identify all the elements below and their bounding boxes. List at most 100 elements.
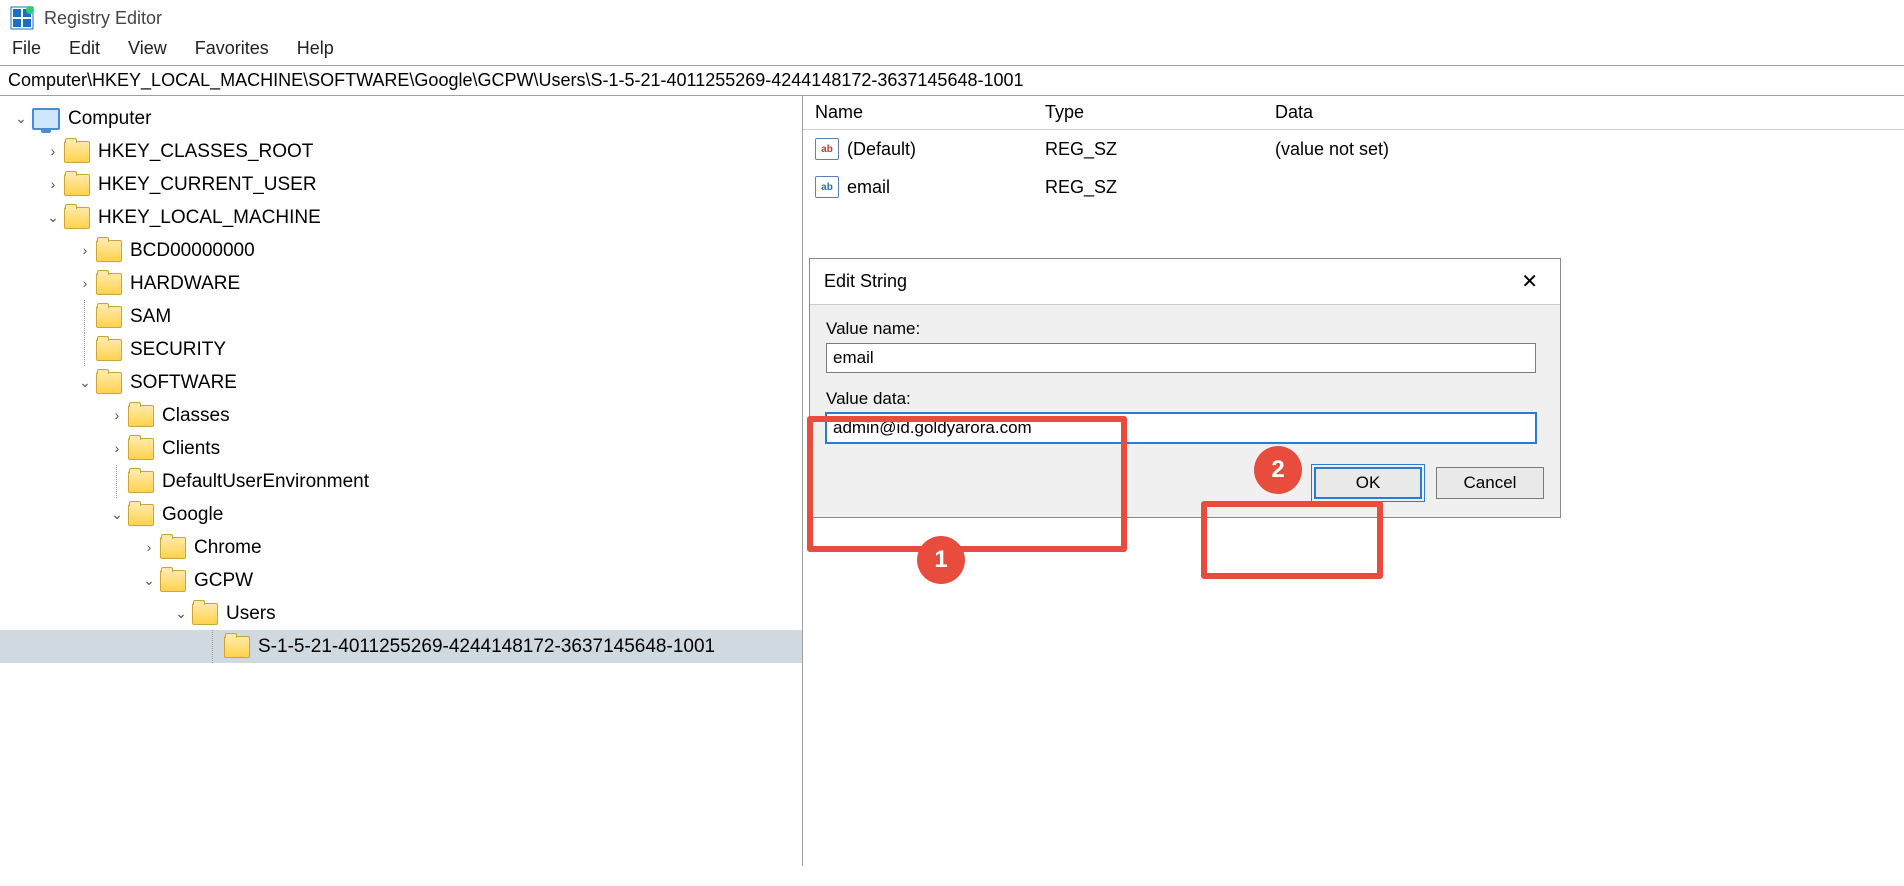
tree-label: DefaultUserEnvironment bbox=[162, 465, 369, 498]
tree-label: HKEY_CLASSES_ROOT bbox=[98, 135, 313, 168]
tree-line bbox=[202, 630, 224, 663]
annotation-badge-1: 1 bbox=[917, 536, 965, 584]
tree-line bbox=[74, 300, 96, 333]
tree-line bbox=[106, 465, 128, 498]
chevron-down-icon[interactable]: ⌄ bbox=[106, 498, 128, 531]
chevron-right-icon[interactable]: › bbox=[138, 531, 160, 564]
folder-icon bbox=[192, 603, 218, 625]
dialog-body: Value name: Value data: OK Cancel bbox=[810, 305, 1560, 517]
dialog-title: Edit String bbox=[824, 271, 907, 292]
folder-icon bbox=[160, 570, 186, 592]
value-list-pane: Name Type Data ab (Default) REG_SZ (valu… bbox=[803, 96, 1904, 866]
folder-icon bbox=[96, 306, 122, 328]
value-name-input[interactable] bbox=[826, 343, 1536, 373]
tree-label: HARDWARE bbox=[130, 267, 240, 300]
address-bar[interactable]: Computer\HKEY_LOCAL_MACHINE\SOFTWARE\Goo… bbox=[0, 65, 1904, 96]
folder-icon bbox=[96, 273, 122, 295]
tree-label: HKEY_CURRENT_USER bbox=[98, 168, 317, 201]
col-type[interactable]: Type bbox=[1045, 102, 1275, 123]
tree-node-classes[interactable]: › Classes bbox=[0, 399, 802, 432]
value-name: (Default) bbox=[847, 139, 916, 160]
tree-node-users[interactable]: ⌄ Users bbox=[0, 597, 802, 630]
tree-label: Google bbox=[162, 498, 223, 531]
computer-icon bbox=[32, 108, 60, 130]
tree-node-security[interactable]: SECURITY bbox=[0, 333, 802, 366]
tree-node-gcpw[interactable]: ⌄ GCPW bbox=[0, 564, 802, 597]
folder-icon bbox=[128, 438, 154, 460]
folder-icon bbox=[96, 339, 122, 361]
tree-node-computer[interactable]: ⌄ Computer bbox=[0, 102, 802, 135]
tree-line bbox=[74, 333, 96, 366]
folder-icon bbox=[64, 141, 90, 163]
folder-icon bbox=[64, 207, 90, 229]
title-bar: Registry Editor bbox=[0, 0, 1904, 34]
chevron-right-icon[interactable]: › bbox=[74, 267, 96, 300]
app-title: Registry Editor bbox=[44, 8, 162, 29]
tree-node-bcd[interactable]: › BCD00000000 bbox=[0, 234, 802, 267]
regsz-icon: ab bbox=[815, 138, 839, 160]
folder-icon bbox=[160, 537, 186, 559]
tree-label: SAM bbox=[130, 300, 171, 333]
menu-help[interactable]: Help bbox=[297, 38, 334, 59]
dialog-buttons: OK Cancel bbox=[826, 467, 1544, 499]
tree-node-hkcu[interactable]: › HKEY_CURRENT_USER bbox=[0, 168, 802, 201]
tree-node-google[interactable]: ⌄ Google bbox=[0, 498, 802, 531]
tree-node-hklm[interactable]: ⌄ HKEY_LOCAL_MACHINE bbox=[0, 201, 802, 234]
menu-edit[interactable]: Edit bbox=[69, 38, 100, 59]
edit-string-dialog: Edit String ✕ Value name: Value data: OK… bbox=[809, 258, 1561, 518]
col-data[interactable]: Data bbox=[1275, 102, 1904, 123]
tree-node-due[interactable]: DefaultUserEnvironment bbox=[0, 465, 802, 498]
tree-node-sam[interactable]: SAM bbox=[0, 300, 802, 333]
menu-file[interactable]: File bbox=[12, 38, 41, 59]
ok-button[interactable]: OK bbox=[1314, 467, 1422, 499]
chevron-right-icon[interactable]: › bbox=[106, 432, 128, 465]
col-name[interactable]: Name bbox=[815, 102, 1045, 123]
tree-label: S-1-5-21-4011255269-4244148172-363714564… bbox=[258, 630, 715, 663]
folder-icon bbox=[224, 636, 250, 658]
folder-icon bbox=[128, 471, 154, 493]
tree-label: Clients bbox=[162, 432, 220, 465]
tree-label: GCPW bbox=[194, 564, 253, 597]
chevron-right-icon[interactable]: › bbox=[42, 135, 64, 168]
chevron-right-icon[interactable]: › bbox=[42, 168, 64, 201]
value-data-label: Value data: bbox=[826, 389, 1544, 409]
tree-node-hardware[interactable]: › HARDWARE bbox=[0, 267, 802, 300]
tree-node-clients[interactable]: › Clients bbox=[0, 432, 802, 465]
chevron-down-icon[interactable]: ⌄ bbox=[138, 564, 160, 597]
registry-editor-window: Registry Editor File Edit View Favorites… bbox=[0, 0, 1904, 886]
folder-icon bbox=[96, 372, 122, 394]
folder-icon bbox=[64, 174, 90, 196]
chevron-down-icon[interactable]: ⌄ bbox=[170, 597, 192, 630]
column-headers: Name Type Data bbox=[803, 96, 1904, 130]
chevron-down-icon[interactable]: ⌄ bbox=[10, 102, 32, 135]
registry-tree[interactable]: ⌄ Computer › HKEY_CLASSES_ROOT › HKEY_CU… bbox=[0, 96, 803, 866]
close-icon[interactable]: ✕ bbox=[1513, 267, 1546, 296]
tree-node-sid-selected[interactable]: S-1-5-21-4011255269-4244148172-363714564… bbox=[0, 630, 802, 663]
folder-icon bbox=[128, 504, 154, 526]
chevron-right-icon[interactable]: › bbox=[106, 399, 128, 432]
menu-bar: File Edit View Favorites Help bbox=[0, 34, 1904, 65]
value-row-email[interactable]: ab email REG_SZ bbox=[803, 168, 1904, 206]
value-type: REG_SZ bbox=[1045, 177, 1275, 198]
cancel-button[interactable]: Cancel bbox=[1436, 467, 1544, 499]
tree-label: Chrome bbox=[194, 531, 262, 564]
chevron-right-icon[interactable]: › bbox=[74, 234, 96, 267]
value-data-input[interactable] bbox=[826, 413, 1536, 443]
value-name-label: Value name: bbox=[826, 319, 1544, 339]
folder-icon bbox=[96, 240, 122, 262]
chevron-down-icon[interactable]: ⌄ bbox=[42, 201, 64, 234]
value-data: (value not set) bbox=[1275, 139, 1904, 160]
tree-node-software[interactable]: ⌄ SOFTWARE bbox=[0, 366, 802, 399]
tree-label: Computer bbox=[68, 102, 151, 135]
dialog-title-bar[interactable]: Edit String ✕ bbox=[810, 259, 1560, 305]
regsz-icon: ab bbox=[815, 176, 839, 198]
tree-label: SECURITY bbox=[130, 333, 226, 366]
menu-view[interactable]: View bbox=[128, 38, 167, 59]
value-row-default[interactable]: ab (Default) REG_SZ (value not set) bbox=[803, 130, 1904, 168]
chevron-down-icon[interactable]: ⌄ bbox=[74, 366, 96, 399]
value-type: REG_SZ bbox=[1045, 139, 1275, 160]
menu-favorites[interactable]: Favorites bbox=[195, 38, 269, 59]
tree-node-chrome[interactable]: › Chrome bbox=[0, 531, 802, 564]
tree-node-hkcr[interactable]: › HKEY_CLASSES_ROOT bbox=[0, 135, 802, 168]
folder-icon bbox=[128, 405, 154, 427]
